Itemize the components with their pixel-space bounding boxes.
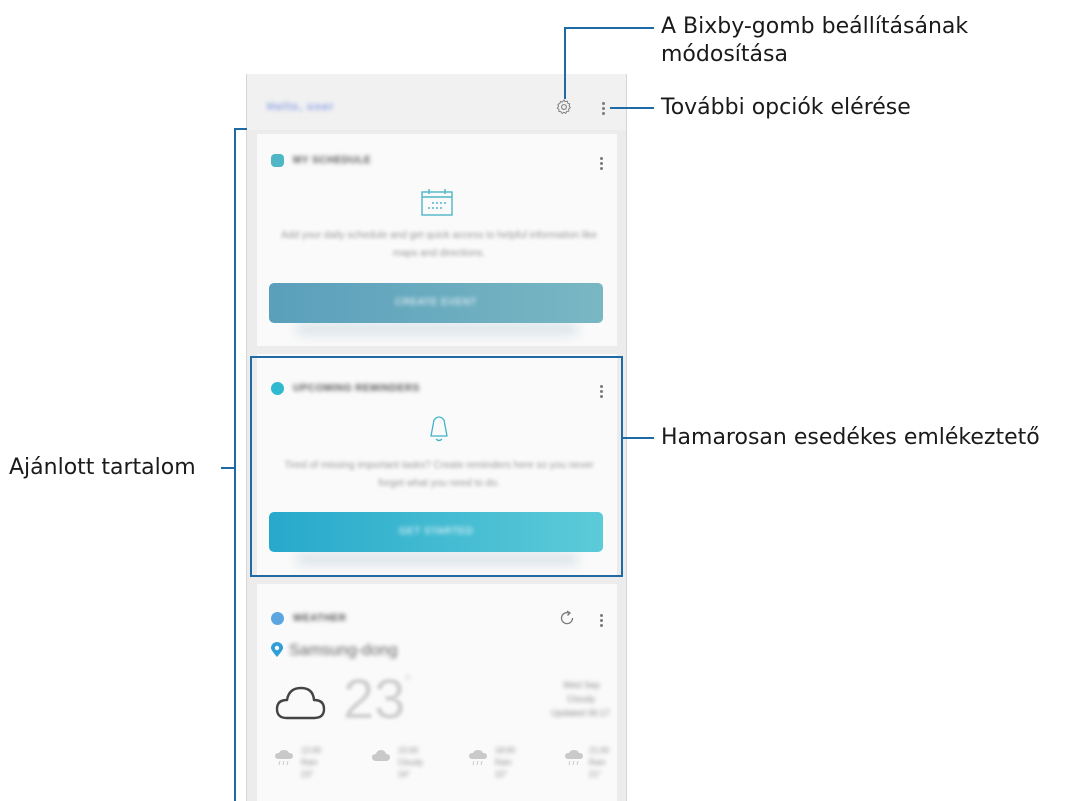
callout-bracket [234, 128, 247, 130]
app-bar: Hello, user [247, 74, 626, 130]
forecast-temp: 22° [495, 770, 508, 779]
forecast-time: 21:00 [589, 746, 610, 755]
weather-detail: Updated 06:17 [551, 708, 611, 718]
callout-line [564, 27, 566, 99]
weather-card-icon [271, 612, 284, 625]
more-options-callout: További opciók elérése [661, 95, 911, 120]
forecast-desc: Rain [495, 758, 512, 767]
callout-line [610, 107, 654, 109]
cloud-icon [275, 686, 326, 720]
schedule-card-text: Add your daily schedule and get quick ac… [281, 230, 597, 259]
forecast-temp: 21° [589, 770, 602, 779]
create-event-label: CREATE EVENT [395, 297, 477, 308]
schedule-card: MY SCHEDULE Add your daily schedule and … [257, 134, 617, 346]
forecast-time: 12:00 [301, 746, 322, 755]
settings-callout-line2: módosítása [661, 42, 788, 67]
forecast-temp: 24° [398, 770, 411, 779]
weather-card: WEATHER Samsung-dong 23 ° Wed Sep Cloudy… [257, 584, 617, 801]
weather-card-title: WEATHER [293, 613, 347, 624]
forecast-item: 12:00 Rain 23° [275, 746, 345, 796]
create-event-button[interactable]: CREATE EVENT [269, 283, 603, 323]
forecast-temp: 23° [301, 770, 314, 779]
callout-bracket [234, 128, 236, 801]
calendar-icon [421, 189, 453, 216]
weather-card-menu-icon[interactable] [595, 611, 607, 629]
schedule-card-title: MY SCHEDULE [293, 155, 372, 166]
reminder-highlight-box [250, 356, 623, 577]
settings-callout-line1: A Bixby-gomb beállításának [661, 14, 969, 39]
forecast-desc: Rain [589, 758, 606, 767]
weather-detail: Cloudy [567, 694, 596, 704]
cloud-small-icon [372, 750, 390, 761]
forecast-item: 21:00 Rain 21° [565, 746, 615, 796]
schedule-card-icon [271, 154, 284, 167]
location-pin-icon [271, 642, 283, 657]
weather-detail: Wed Sep [563, 680, 600, 690]
settings-callout: A Bixby-gomb beállításának módosítása [661, 13, 968, 69]
callout-line [221, 467, 234, 469]
forecast-desc: Cloudy [398, 758, 423, 767]
weather-temp-unit: ° [405, 672, 411, 688]
callout-line [564, 27, 654, 29]
settings-gear-icon[interactable] [555, 98, 573, 116]
recommended-callout: Ajánlott tartalom [9, 455, 196, 480]
weather-temperature: 23 [343, 667, 406, 730]
app-title: Hello, user [267, 101, 335, 113]
weather-location: Samsung-dong [289, 642, 398, 659]
rain-icon [469, 750, 487, 766]
reminder-callout: Hamarosan esedékes emlékeztető [661, 425, 1040, 450]
more-options-icon[interactable] [597, 99, 609, 117]
button-shadow [297, 324, 577, 334]
forecast-item: 15:00 Cloudy 24° [372, 746, 442, 796]
forecast-desc: Rain [301, 758, 318, 767]
schedule-card-menu-icon[interactable] [595, 154, 607, 172]
rain-icon [275, 750, 293, 766]
callout-line [623, 437, 654, 439]
refresh-icon[interactable] [558, 609, 576, 627]
forecast-item: 18:00 Rain 22° [469, 746, 539, 796]
forecast-time: 18:00 [495, 746, 516, 755]
forecast-time: 15:00 [398, 746, 419, 755]
rain-icon [565, 750, 583, 766]
